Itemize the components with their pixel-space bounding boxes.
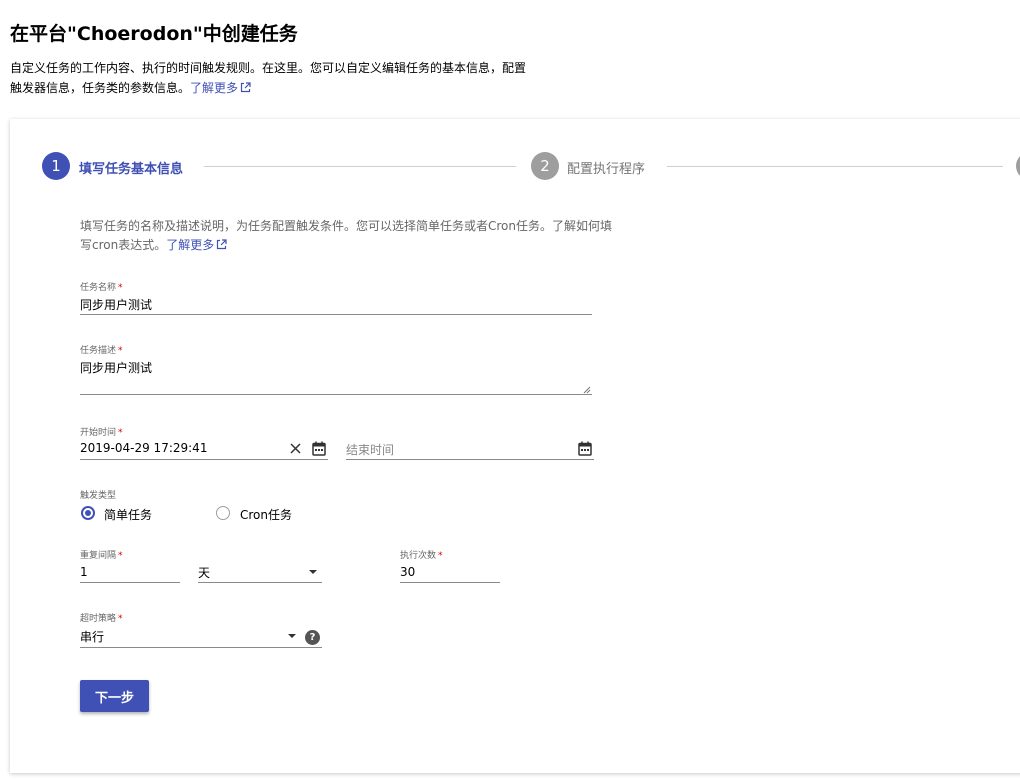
radio-simple-task-label[interactable]: 简单任务 [104,506,152,523]
repeat-interval-underline [80,582,180,583]
calendar-icon[interactable] [578,441,592,456]
required-mark: * [118,346,123,356]
required-mark: * [438,551,443,561]
start-time-label: 开始时间 * [80,425,123,438]
exec-count-label: 执行次数 * [400,548,443,561]
interval-unit-underline [198,582,322,583]
help-icon[interactable]: ? [305,630,320,645]
form-instructions-text: 填写任务的名称及描述说明，为任务配置触发条件。您可以选择简单任务或者Cron任务… [80,219,612,252]
form-instructions: 填写任务的名称及描述说明，为任务配置触发条件。您可以选择简单任务或者Cron任务… [80,217,620,255]
resize-handle-icon[interactable] [583,386,591,394]
end-time-underline [346,459,594,460]
start-time-label-text: 开始时间 [80,428,117,438]
exec-count-label-text: 执行次数 [400,551,437,561]
radio-simple-task[interactable] [81,506,95,520]
chevron-down-icon[interactable] [309,570,317,574]
task-description-textarea[interactable]: 同步用户测试 [80,359,592,376]
required-mark: * [118,428,123,438]
next-step-button[interactable]: 下一步 [80,680,149,712]
learn-more-link[interactable]: 了解更多 [190,81,251,95]
learn-more-label: 了解更多 [190,81,239,95]
interval-unit-select[interactable]: 天 [198,564,210,581]
repeat-interval-label-text: 重复间隔 [80,551,117,561]
timeout-policy-underline [80,647,322,648]
calendar-icon[interactable] [312,441,326,456]
task-name-label: 任务名称 * [80,280,123,293]
page-description: 自定义任务的工作内容、执行的时间触发规则。在这里。您可以自定义编辑任务的基本信息… [10,58,530,98]
repeat-interval-input[interactable]: 1 [80,565,180,579]
start-time-underline [80,459,328,460]
timeout-policy-label-text: 超时策略 [80,614,117,624]
external-link-icon [216,239,227,250]
clear-icon[interactable] [290,443,301,454]
end-time-input[interactable]: 结束时间 [346,441,394,458]
cron-learn-more-link[interactable]: 了解更多 [166,238,227,252]
required-mark: * [118,614,123,624]
cron-learn-more-label: 了解更多 [166,238,215,252]
radio-cron-task[interactable] [216,506,230,520]
timeout-policy-label: 超时策略 * [80,611,123,624]
task-name-input[interactable]: 同步用户测试 [80,296,592,313]
task-description-label: 任务描述 * [80,343,123,356]
task-description-label-text: 任务描述 [80,346,117,356]
radio-cron-task-label[interactable]: Cron任务 [240,506,292,523]
page-title: 在平台"Choerodon"中创建任务 [10,23,298,45]
timeout-policy-select[interactable]: 串行 [80,628,104,645]
repeat-interval-label: 重复间隔 * [80,548,123,561]
task-form-card: 1 填写任务基本信息 2 配置执行程序 填写任务的名称及描述说明，为任务配置触发… [10,119,1020,773]
page-description-text: 自定义任务的工作内容、执行的时间触发规则。在这里。您可以自定义编辑任务的基本信息… [10,61,527,95]
required-mark: * [118,551,123,561]
step-1-circle: 1 [42,152,70,180]
step-2-circle[interactable]: 2 [531,152,559,180]
exec-count-input[interactable]: 30 [400,565,500,579]
task-name-label-text: 任务名称 [80,283,117,293]
trigger-type-label: 触发类型 [80,491,117,501]
exec-count-underline [400,582,500,583]
start-time-input[interactable]: 2019-04-29 17:29:41 [80,441,207,455]
required-mark: * [118,283,123,293]
chevron-down-icon[interactable] [288,634,296,638]
step-connector-1 [204,166,516,167]
step-1-label: 填写任务基本信息 [79,162,184,177]
step-connector-2 [667,166,1003,167]
step-3-circle-partial [1016,152,1020,180]
external-link-icon [240,82,251,93]
task-name-underline [80,314,592,315]
task-description-underline [80,394,592,395]
step-2-label[interactable]: 配置执行程序 [567,158,645,177]
